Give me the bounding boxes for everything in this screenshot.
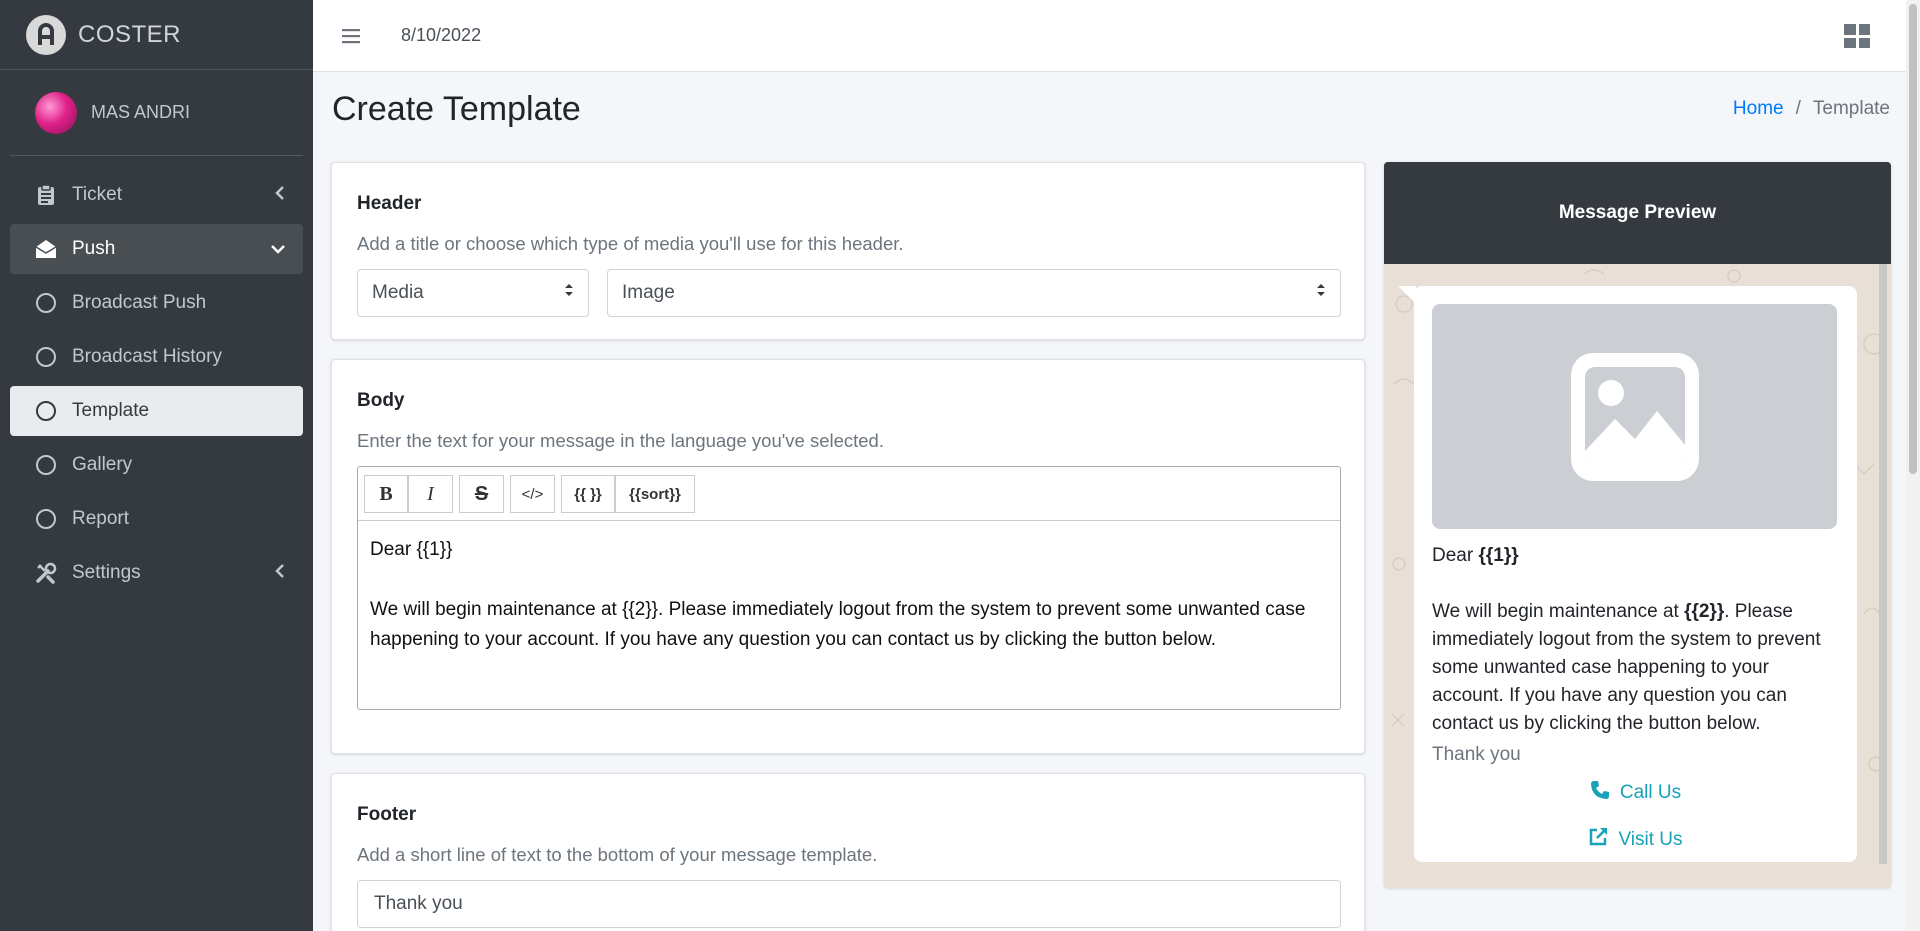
italic-button[interactable]: I	[408, 475, 453, 513]
select-arrows-icon	[564, 282, 574, 304]
sidebar-item-label: Template	[72, 400, 150, 421]
chevron-left-icon	[275, 562, 285, 584]
sort-variables-button[interactable]: {{sort}}	[615, 475, 695, 513]
image-placeholder-icon	[1432, 304, 1837, 529]
brand[interactable]: COSTER	[0, 0, 313, 70]
sidebar-item-label: Push	[72, 238, 116, 259]
external-link-icon	[1588, 827, 1608, 853]
sidebar-item-report[interactable]: Report	[10, 494, 303, 544]
circle-icon	[34, 399, 58, 423]
sidebar-item-gallery[interactable]: Gallery	[10, 440, 303, 490]
page-title: Create Template	[332, 90, 581, 128]
preview-text-var: {{2}}	[1684, 601, 1725, 622]
header-media-select[interactable]: Image	[607, 269, 1341, 317]
tools-icon	[34, 561, 58, 585]
body-editor[interactable]: B I S </> {{ }} {{sort}} Dear {{1}} We w…	[357, 466, 1341, 710]
breadcrumb-separator: /	[1795, 98, 1801, 119]
circle-icon	[34, 453, 58, 477]
header-card-title: Header	[357, 193, 422, 214]
topbar: 8/10/2022	[313, 0, 1920, 72]
current-date: 8/10/2022	[401, 25, 482, 45]
code-button[interactable]: </>	[510, 475, 555, 513]
circle-icon	[34, 291, 58, 315]
footer-card: Footer Add a short line of text to the b…	[331, 773, 1365, 931]
editor-toolbar: B I S </> {{ }} {{sort}}	[358, 467, 1340, 521]
header-type-value: Media	[372, 282, 424, 303]
header-card-help: Add a title or choose which type of medi…	[357, 233, 904, 254]
chevron-left-icon	[275, 184, 285, 206]
sidebar-item-label: Broadcast History	[72, 346, 222, 367]
chevron-down-icon	[271, 238, 285, 260]
sidebar-item-label: Ticket	[72, 184, 122, 205]
sidebar-item-ticket[interactable]: Ticket	[10, 170, 303, 220]
page-scrollbar[interactable]	[1906, 0, 1920, 931]
menu-icon[interactable]	[321, 28, 381, 44]
footer-input[interactable]: Thank you	[357, 880, 1341, 928]
preview-chat-background: Dear {{1}} We will begin maintenance at …	[1384, 264, 1891, 888]
preview-greeting-var: {{1}}	[1478, 545, 1519, 566]
brand-name: COSTER	[78, 20, 182, 48]
footer-card-help: Add a short line of text to the bottom o…	[357, 844, 878, 865]
breadcrumb-home-link[interactable]: Home	[1733, 98, 1784, 120]
message-bubble: Dear {{1}} We will begin maintenance at …	[1414, 286, 1857, 862]
message-preview: Message Preview Dear {{1}} We will begin…	[1384, 162, 1891, 888]
call-us-label: Call Us	[1619, 782, 1682, 803]
breadcrumb: Home / Template	[1733, 98, 1890, 120]
body-line-greeting: Dear {{1}}	[370, 539, 453, 560]
preview-greeting-prefix: Dear	[1432, 545, 1479, 566]
body-card: Body Enter the text for your message in …	[331, 359, 1365, 754]
sidebar-item-broadcast-history[interactable]: Broadcast History	[10, 332, 303, 382]
sidebar-item-label: Settings	[72, 562, 141, 583]
preview-scrollbar[interactable]	[1879, 264, 1887, 864]
sidebar-item-label: Gallery	[72, 454, 133, 475]
sidebar-nav: Ticket Push Broadcast Push Broadcast His…	[0, 156, 313, 598]
body-text[interactable]: Dear {{1}} We will begin maintenance at …	[370, 535, 1320, 655]
visit-us-button[interactable]: Visit Us	[1414, 827, 1857, 853]
circle-icon	[34, 345, 58, 369]
body-card-help: Enter the text for your message in the l…	[357, 430, 884, 451]
body-card-title: Body	[357, 390, 405, 411]
scrollbar-thumb[interactable]	[1909, 4, 1917, 474]
envelope-open-icon	[34, 237, 58, 261]
sidebar: COSTER MAS ANDRI Ticket Push Broadcast P…	[0, 0, 313, 931]
breadcrumb-current: Template	[1812, 98, 1890, 119]
preview-message-text: Dear {{1}} We will begin maintenance at …	[1432, 542, 1842, 738]
phone-icon	[1590, 780, 1610, 806]
header-media-value: Image	[622, 282, 675, 303]
sidebar-item-push[interactable]: Push	[10, 224, 303, 274]
user-panel[interactable]: MAS ANDRI	[10, 70, 303, 156]
preview-title: Message Preview	[1384, 162, 1891, 264]
header-type-select[interactable]: Media	[357, 269, 589, 317]
footer-card-title: Footer	[357, 804, 417, 825]
select-arrows-icon	[1316, 282, 1326, 304]
sidebar-item-template[interactable]: Template	[10, 386, 303, 436]
visit-us-label: Visit Us	[1618, 829, 1683, 850]
call-us-button[interactable]: Call Us	[1414, 780, 1857, 806]
body-line-message: We will begin maintenance at {{2}}. Plea…	[370, 599, 1306, 650]
bold-button[interactable]: B	[364, 475, 408, 513]
clipboard-icon	[34, 183, 58, 207]
sidebar-item-label: Broadcast Push	[72, 292, 207, 313]
user-name: MAS ANDRI	[91, 102, 191, 122]
avatar	[35, 91, 77, 134]
strikethrough-button[interactable]: S	[459, 475, 504, 513]
header-card: Header Add a title or choose which type …	[331, 162, 1365, 340]
preview-text-prefix: We will begin maintenance at	[1432, 601, 1685, 622]
sidebar-item-label: Report	[72, 508, 130, 529]
apps-grid-icon[interactable]	[1844, 24, 1870, 48]
sidebar-item-settings[interactable]: Settings	[10, 548, 303, 598]
insert-variable-button[interactable]: {{ }}	[561, 475, 615, 513]
preview-footer-text: Thank you	[1432, 744, 1521, 765]
circle-icon	[34, 507, 58, 531]
sidebar-item-broadcast-push[interactable]: Broadcast Push	[10, 278, 303, 328]
brand-logo-icon	[26, 14, 66, 55]
